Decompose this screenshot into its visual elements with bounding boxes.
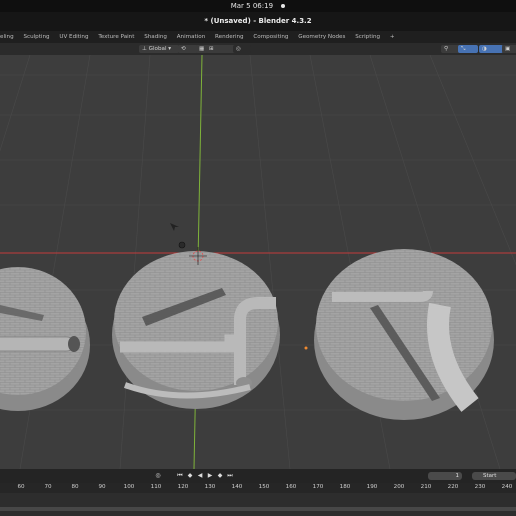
ruler-tick: 70: [44, 484, 52, 490]
tab-sculpting[interactable]: Sculpting: [19, 31, 53, 43]
frame-ruler[interactable]: 60 70 80 90 100 110 120 130 140 150 160 …: [0, 483, 516, 493]
viewport-header: ⊥ Global ▾ ⟲ ▦ ⊞ ◎ ⚲ ⤡ ◑ ▣: [0, 43, 516, 55]
ruler-tick: 140: [231, 484, 243, 490]
playback-controls: ◎ ⏮ ◆ ◀ ▶ ◆ ⏭ 1 Start: [0, 469, 516, 483]
model-center[interactable]: [112, 251, 280, 409]
tab-modeling[interactable]: eling: [0, 31, 18, 43]
light-object-icon[interactable]: [178, 241, 186, 249]
tab-scripting[interactable]: Scripting: [351, 31, 384, 43]
snap-icon: ▦: [199, 46, 205, 52]
proportional-edit-toggle[interactable]: ◎: [233, 45, 251, 53]
pivot-icon: ⟲: [181, 46, 186, 52]
ruler-tick: 170: [312, 484, 324, 490]
tab-compositing[interactable]: Compositing: [249, 31, 292, 43]
ruler-tick: 100: [123, 484, 135, 490]
gizmo-icon: ⤡: [461, 46, 466, 52]
ruler-tick: 90: [98, 484, 106, 490]
ruler-tick: 200: [393, 484, 405, 490]
system-date: Mar 5: [230, 2, 251, 10]
add-workspace-button[interactable]: +: [386, 31, 399, 43]
tab-texture-paint[interactable]: Texture Paint: [94, 31, 138, 43]
status-dot-icon: [281, 4, 286, 8]
xray-toggle[interactable]: ▣: [502, 45, 516, 53]
jump-start-icon[interactable]: ⏮: [176, 472, 184, 480]
start-frame-field[interactable]: Start: [472, 472, 516, 480]
pivot-point-dropdown[interactable]: ⟲: [178, 45, 198, 53]
orientation-label: Global: [148, 46, 167, 52]
xray-icon: ▣: [505, 46, 511, 52]
prev-keyframe-icon[interactable]: ◆: [186, 472, 194, 480]
ruler-tick: 150: [258, 484, 270, 490]
ruler-tick: 80: [71, 484, 79, 490]
ruler-tick: 130: [204, 484, 216, 490]
snap-target-icon: ⊞: [209, 46, 214, 52]
window-title: * (Unsaved) - Blender 4.3.2: [0, 12, 516, 31]
system-time: 06:19: [252, 2, 274, 10]
ruler-tick: 240: [501, 484, 513, 490]
play-reverse-icon[interactable]: ◀: [196, 472, 204, 480]
ruler-tick: 120: [177, 484, 189, 490]
ruler-tick: 180: [339, 484, 351, 490]
3d-viewport[interactable]: [0, 55, 516, 469]
transform-orientation-dropdown[interactable]: ⊥ Global ▾: [139, 45, 179, 53]
ruler-tick: 230: [474, 484, 486, 490]
timeline-scrollbar[interactable]: [0, 507, 516, 511]
start-label: Start: [483, 473, 497, 479]
tab-shading[interactable]: Shading: [140, 31, 171, 43]
gizmo-toggle[interactable]: ⤡: [458, 45, 478, 53]
system-bar: Mar 5 06:19: [0, 0, 516, 12]
ruler-tick: 160: [285, 484, 297, 490]
orientation-icon: ⊥: [142, 46, 147, 52]
overlays-icon: ◑: [482, 46, 487, 52]
mouse-pointer-icon: [170, 223, 179, 231]
next-keyframe-icon[interactable]: ◆: [216, 472, 224, 480]
tab-uv-editing[interactable]: UV Editing: [55, 31, 92, 43]
object-origin-icon: [304, 346, 308, 350]
model-left[interactable]: [0, 267, 90, 411]
chevron-down-icon: ▾: [168, 46, 172, 52]
ruler-tick: 190: [366, 484, 378, 490]
keying-icon[interactable]: ◎: [154, 472, 162, 480]
model-right[interactable]: [314, 249, 494, 420]
tab-animation[interactable]: Animation: [173, 31, 210, 43]
ruler-tick: 110: [150, 484, 162, 490]
current-frame-field[interactable]: 1: [428, 472, 462, 480]
snap-target-dropdown[interactable]: ⊞: [206, 45, 236, 53]
ruler-tick: 60: [17, 484, 25, 490]
overlays-toggle[interactable]: ◑: [479, 45, 503, 53]
viewport-canvas: [0, 55, 516, 469]
ruler-tick: 220: [447, 484, 459, 490]
workspace-tabs: eling Sculpting UV Editing Texture Paint…: [0, 31, 516, 43]
play-icon[interactable]: ▶: [206, 472, 214, 480]
tab-rendering[interactable]: Rendering: [211, 31, 248, 43]
jump-end-icon[interactable]: ⏭: [226, 472, 234, 480]
timeline-body[interactable]: [0, 493, 516, 516]
ruler-tick: 210: [420, 484, 432, 490]
proportional-edit-icon: ◎: [236, 46, 241, 52]
timeline-editor: ◎ ⏮ ◆ ◀ ▶ ◆ ⏭ 1 Start 60 70 80 90 100 11…: [0, 469, 516, 516]
visibility-icon: ⚲: [444, 46, 449, 52]
tab-geometry-nodes[interactable]: Geometry Nodes: [294, 31, 349, 43]
